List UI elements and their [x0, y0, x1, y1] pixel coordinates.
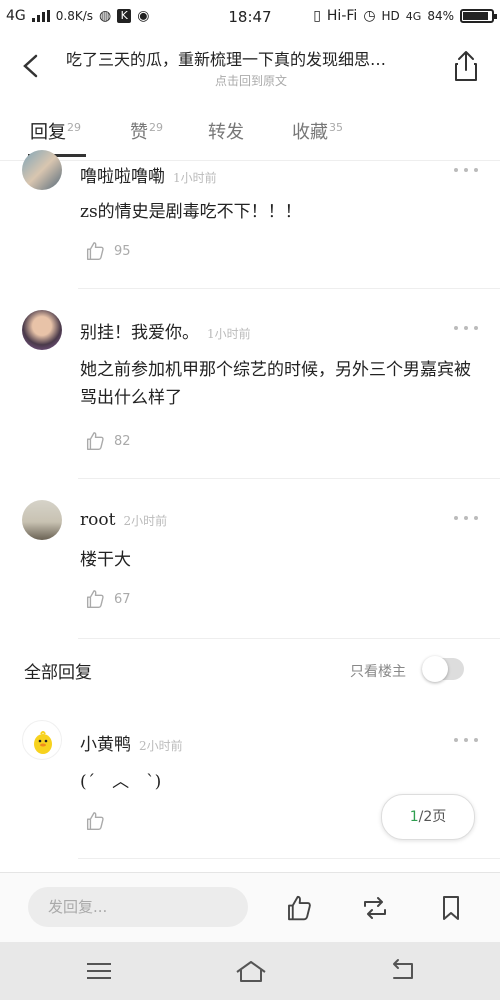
tab-replies[interactable]: 回复29 — [30, 118, 81, 144]
divider — [78, 478, 500, 479]
divider — [78, 858, 500, 859]
vibrate-icon: ▯ — [313, 8, 321, 24]
duck-avatar[interactable] — [22, 720, 62, 760]
only-host-label: 只看楼主 — [350, 664, 406, 680]
back-nav-icon[interactable] — [388, 958, 418, 984]
system-nav-bar — [0, 942, 500, 1000]
share-icon[interactable] — [450, 48, 482, 84]
thumbs-up-icon[interactable] — [284, 893, 314, 923]
home-icon[interactable] — [234, 958, 266, 984]
avatar[interactable] — [22, 310, 62, 350]
like-button[interactable] — [84, 810, 106, 832]
tab-favorites[interactable]: 收藏35 — [292, 118, 343, 144]
thumbs-up-icon — [86, 242, 104, 260]
battery-percent: 84% — [427, 9, 454, 23]
battery-icon — [460, 9, 497, 23]
thumbs-up-icon — [86, 812, 104, 830]
comment-item: root 2小时前 楼干大 67 — [0, 480, 500, 640]
back-icon[interactable] — [16, 48, 48, 84]
comment-item: 噜啦啦噜嘞 1小时前 zs的情史是剧毒吃不下！！！ 95 — [0, 150, 500, 290]
more-icon[interactable] — [454, 168, 478, 174]
total-pages: /2页 — [418, 809, 447, 825]
back-to-post-link[interactable]: 点击回到原文 — [66, 72, 436, 89]
current-page: 1 — [409, 809, 419, 825]
avatar[interactable] — [22, 500, 62, 540]
comment-author[interactable]: 噜啦啦噜嘞 1小时前 — [80, 162, 217, 187]
tab-reposts[interactable]: 转发 — [208, 118, 244, 144]
comment-text: zs的情史是剧毒吃不下！！！ — [80, 202, 302, 222]
divider — [78, 638, 500, 639]
more-icon[interactable] — [454, 738, 478, 744]
like-button[interactable]: 82 — [84, 430, 131, 452]
divider — [78, 288, 500, 289]
comment-item: 别挂！我爱你。 1小时前 她之前参加机甲那个综艺的时候，另外三个男嘉宾被骂出什么样… — [0, 290, 500, 480]
status-bar: 4G 0.8K/s ◍ K ◉ 18:47 ▯ Hi-Fi ◷ HD 4G 84… — [0, 0, 500, 34]
thumbs-up-icon — [86, 590, 104, 608]
reply-text: (ˊ ︿ ˋ) — [80, 772, 162, 792]
repost-icon[interactable] — [360, 893, 390, 923]
reply-author[interactable]: 小黄鸭 2小时前 — [80, 730, 183, 755]
clock: 18:47 — [228, 8, 272, 26]
post-title[interactable]: 吃了三天的瓜，重新梳理一下真的发现细思… — [66, 46, 436, 70]
tab-likes[interactable]: 赞29 — [130, 118, 163, 144]
top-bar: 吃了三天的瓜，重新梳理一下真的发现细思… 点击回到原文 — [0, 34, 500, 98]
all-replies-header: 全部回复 只看楼主 — [0, 640, 500, 698]
menu-icon[interactable] — [84, 958, 114, 984]
like-button[interactable]: 67 — [84, 588, 131, 610]
hd-label: HD — [381, 9, 400, 23]
page-indicator-button[interactable]: 1/2页 — [381, 794, 475, 840]
thumbs-up-icon — [86, 432, 104, 450]
bookmark-icon[interactable] — [436, 893, 466, 923]
more-icon[interactable] — [454, 516, 478, 522]
comment-author[interactable]: 别挂！我爱你。 1小时前 — [80, 318, 251, 343]
comment-author[interactable]: root 2小时前 — [80, 510, 167, 530]
more-icon[interactable] — [454, 326, 478, 332]
all-replies-title: 全部回复 — [24, 663, 92, 683]
avatar[interactable] — [22, 150, 62, 190]
reply-input-bar: 发回复... — [0, 872, 500, 943]
comment-text: 她之前参加机甲那个综艺的时候，另外三个男嘉宾被骂出什么样了 — [80, 360, 471, 408]
only-host-toggle[interactable] — [422, 656, 464, 682]
tab-bar: 回复29 赞29 转发 收藏35 — [0, 100, 500, 161]
reply-input[interactable]: 发回复... — [28, 887, 248, 927]
toggle-knob — [422, 656, 448, 682]
network-right: 4G — [405, 9, 422, 23]
hifi-label: Hi-Fi — [326, 8, 358, 24]
alarm-icon: ◷ — [363, 8, 376, 24]
like-button[interactable]: 95 — [84, 240, 131, 262]
comment-text: 楼干大 — [80, 550, 131, 570]
